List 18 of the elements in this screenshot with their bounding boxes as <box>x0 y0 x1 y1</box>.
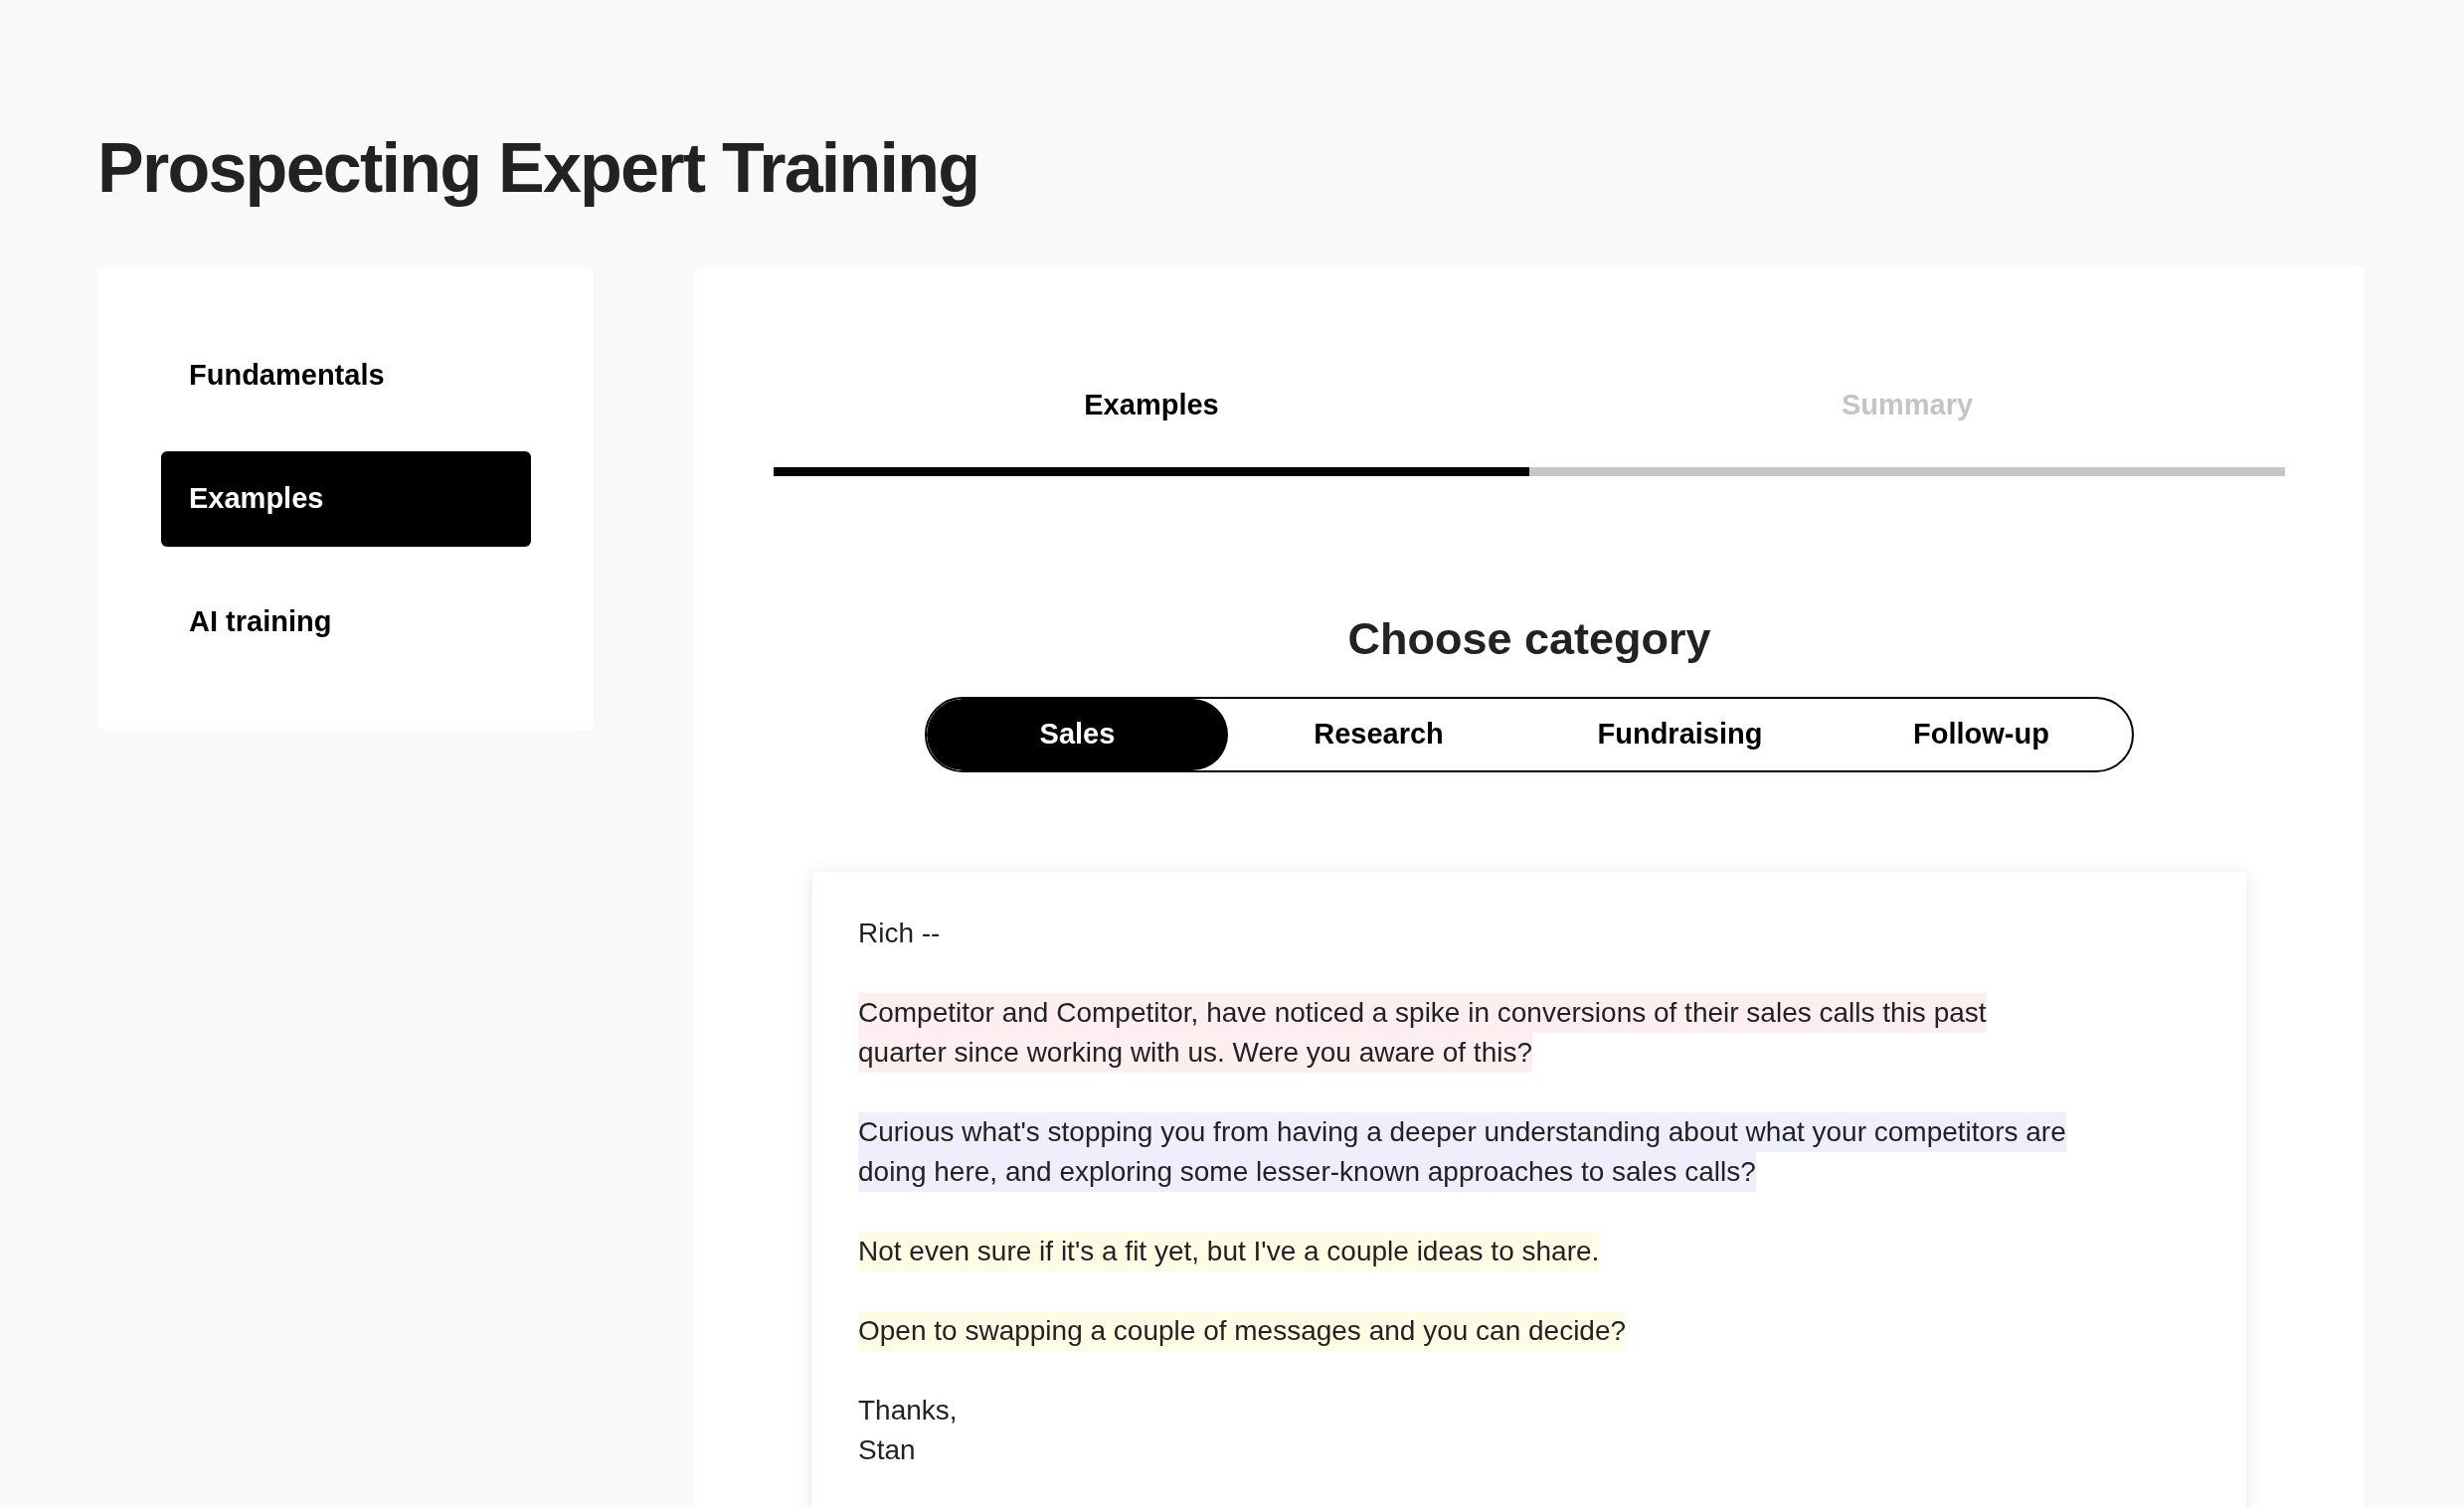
email-text: Not even sure if it's a fit yet, but I've a couple ideas to share. <box>858 1231 1600 1271</box>
category-option[interactable]: Follow-up <box>1831 698 2132 770</box>
email-text: Curious what's stopping you from having a deeper understanding about what your competitors are <box>858 1111 2066 1152</box>
section-heading: Choose category <box>1347 611 1711 666</box>
email-text: Rich -- <box>858 916 941 950</box>
email-text: doing here, and exploring some lesser-known approaches to sales calls? <box>858 1151 1756 1192</box>
sidebar-item[interactable]: AI training <box>161 575 531 670</box>
step-tab[interactable]: Examples <box>774 384 1529 476</box>
email-text: Thanks, <box>858 1393 958 1427</box>
sidebar-item[interactable]: Examples <box>161 451 531 547</box>
email-text: quarter since working with us. Were you aware of this? <box>858 1032 1532 1073</box>
category-option[interactable]: Research <box>1228 698 1529 770</box>
category-option[interactable]: Sales <box>927 698 1228 770</box>
email-text: Stan <box>858 1432 916 1467</box>
email-text: Open to swapping a couple of messages and you can decide? <box>858 1310 1627 1351</box>
sidebar-item[interactable]: Fundamentals <box>161 328 531 423</box>
email-text: Competitor and Competitor, have noticed a spike in conversions of their sales calls this past <box>858 992 1987 1033</box>
category-option[interactable]: Fundraising <box>1529 698 1831 770</box>
